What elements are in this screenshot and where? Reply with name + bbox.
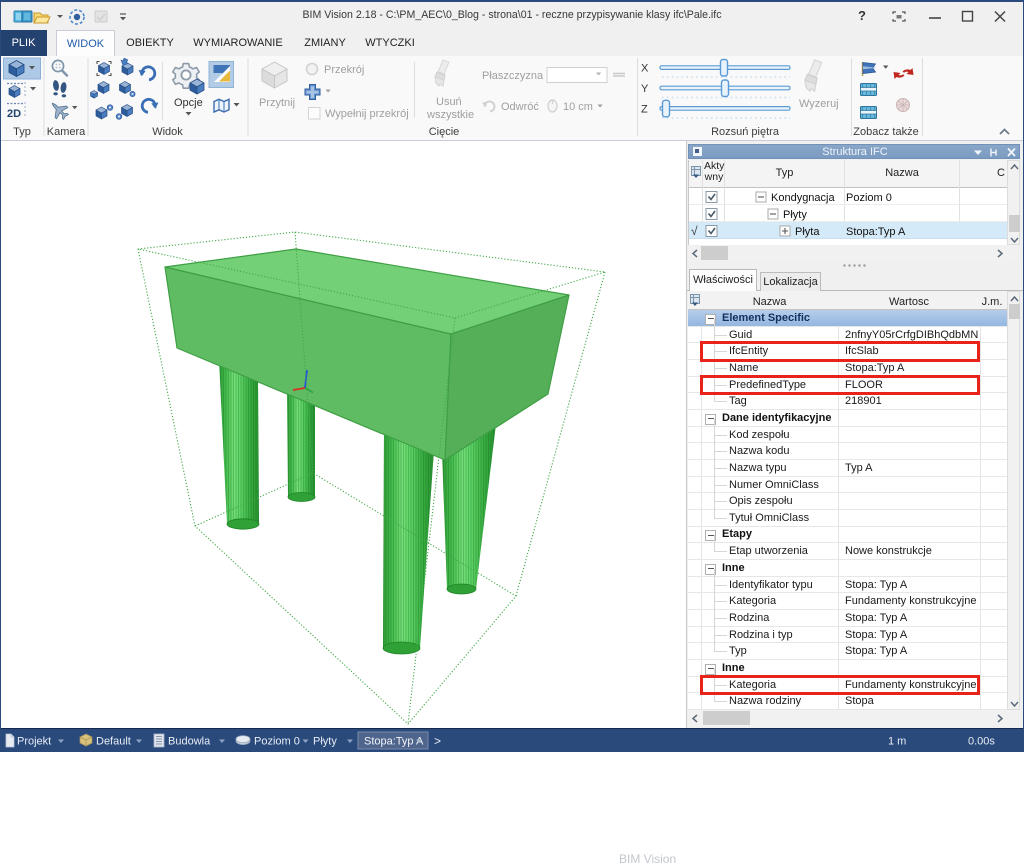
svg-text:Kamera: Kamera [47, 126, 86, 138]
svg-text:Kondygnacja: Kondygnacja [771, 192, 835, 204]
svg-text:X: X [641, 63, 649, 75]
svg-text:Usuń: Usuń [436, 96, 462, 108]
svg-text:Poziom 0: Poziom 0 [254, 736, 300, 748]
svg-text:wszystkie: wszystkie [426, 109, 474, 121]
svg-text:Opcje: Opcje [174, 97, 203, 109]
svg-text:Z: Z [641, 104, 648, 116]
svg-text:Widok: Widok [152, 126, 183, 138]
svg-text:Płyty: Płyty [783, 209, 807, 221]
svg-text:1 m: 1 m [888, 736, 906, 748]
svg-text:Przekrój: Przekrój [324, 64, 364, 76]
svg-text:Stopa:Typ A: Stopa:Typ A [364, 736, 424, 748]
svg-text:Wypełnij przekrój: Wypełnij przekrój [325, 108, 409, 120]
svg-text:Płaszczyzna: Płaszczyzna [482, 70, 544, 82]
svg-text:0.00s: 0.00s [968, 736, 995, 748]
svg-text:Wyzeruj: Wyzeruj [799, 98, 839, 110]
svg-text:Cięcie: Cięcie [429, 126, 460, 138]
svg-text:Typ: Typ [13, 126, 31, 138]
svg-text:Zobacz także: Zobacz także [853, 126, 918, 138]
svg-text:Budowla: Budowla [168, 736, 211, 748]
svg-text:Projekt: Projekt [17, 736, 51, 748]
svg-text:Poziom 0: Poziom 0 [846, 192, 892, 204]
svg-text:Stopa:Typ A: Stopa:Typ A [846, 226, 906, 238]
svg-text:Rozsuń piętra: Rozsuń piętra [711, 126, 780, 138]
svg-text:>: > [434, 734, 441, 748]
svg-text:Y: Y [641, 83, 649, 95]
svg-text:10 cm: 10 cm [563, 101, 593, 113]
svg-text:Płyty: Płyty [313, 736, 337, 748]
svg-text:Przytnij: Przytnij [259, 97, 295, 109]
svg-text:2D: 2D [7, 108, 21, 120]
svg-text:Płyta: Płyta [795, 226, 820, 238]
svg-text:Default: Default [96, 736, 131, 748]
svg-text:Odwróć: Odwróć [501, 101, 539, 113]
